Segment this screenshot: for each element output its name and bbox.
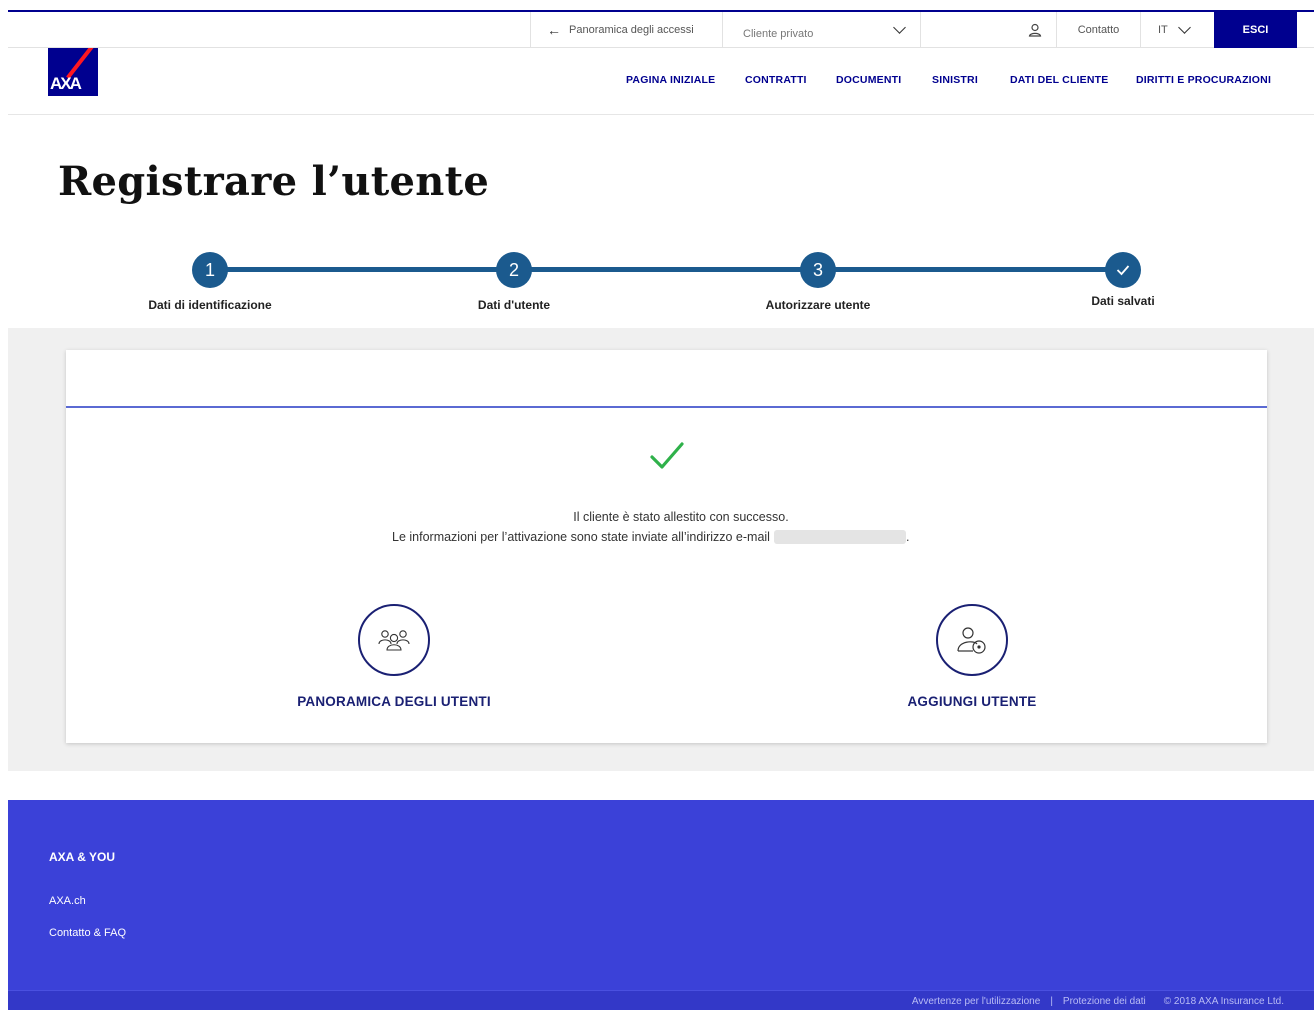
- chevron-down-icon: [893, 21, 906, 34]
- success-check-icon: [650, 442, 684, 469]
- footer-link-axa[interactable]: AXA.ch: [49, 895, 86, 907]
- add-user-label[interactable]: AGGIUNGI UTENTE: [872, 694, 1072, 709]
- user-icon: [1028, 23, 1042, 37]
- profile-select[interactable]: Cliente privato: [722, 12, 920, 48]
- add-user-button[interactable]: [936, 604, 1008, 676]
- nav-item-documents[interactable]: DOCUMENTI: [836, 74, 901, 86]
- progress-stepper: 1 2 3 Dati di identificazione Dati d'ute…: [0, 250, 1314, 320]
- profile-select-value: Cliente privato: [743, 28, 814, 40]
- add-user-action[interactable]: AGGIUNGI UTENTE: [872, 604, 1072, 709]
- add-user-icon: [957, 627, 986, 654]
- nav-item-home[interactable]: PAGINA INIZIALE: [626, 74, 715, 86]
- privacy-link[interactable]: Protezione dei dati: [1063, 996, 1146, 1007]
- footer: AXA & YOU AXA.ch Contatto & FAQ Avverten…: [8, 800, 1314, 1010]
- users-overview-label[interactable]: PANORAMICA DEGLI UTENTI: [294, 694, 494, 709]
- card-divider: [66, 406, 1267, 408]
- page-title: Registrare l’utente: [58, 158, 490, 205]
- utility-bar: ← Panoramica degli accessi Cliente priva…: [8, 12, 1314, 48]
- terms-of-use-link[interactable]: Avvertenze per l'utilizzazione: [912, 996, 1040, 1007]
- nav-item-claims[interactable]: SINISTRI: [932, 74, 978, 86]
- chevron-down-icon: [1177, 21, 1191, 34]
- nav-item-contracts[interactable]: CONTRATTI: [745, 74, 807, 86]
- main-nav: PAGINA INIZIALE CONTRATTI DOCUMENTI SINI…: [0, 74, 1314, 90]
- back-to-access-overview-link[interactable]: ← Panoramica degli accessi: [530, 12, 722, 48]
- step-2-marker: 2: [496, 252, 532, 288]
- exit-button[interactable]: ESCI: [1214, 12, 1297, 48]
- arrow-left-icon: ←: [547, 22, 561, 38]
- contact-label: Contatto: [1077, 24, 1120, 36]
- footer-legal-bar: Avvertenze per l'utilizzazione | Protezi…: [8, 990, 1314, 1010]
- step-4-label: Dati salvati: [1091, 294, 1155, 308]
- users-group-icon: [378, 630, 410, 651]
- footer-section-title: AXA & YOU: [49, 850, 116, 864]
- footer-legal-links: Avvertenze per l'utilizzazione | Protezi…: [912, 996, 1284, 1007]
- exit-label: ESCI: [1242, 24, 1269, 36]
- stepper-track: [210, 267, 1124, 272]
- legal-separator: |: [1050, 996, 1053, 1007]
- activation-info-end: .: [905, 530, 910, 544]
- back-label: Panoramica degli accessi: [569, 24, 694, 36]
- step-4-check-icon: [1105, 252, 1141, 288]
- step-2-label: Dati d'utente: [477, 298, 551, 312]
- nav-item-client-data[interactable]: DATI DEL CLIENTE: [1010, 74, 1108, 86]
- success-message: Il cliente è stato allestito con success…: [573, 510, 789, 524]
- language-select[interactable]: IT: [1140, 12, 1214, 48]
- users-overview-action[interactable]: PANORAMICA DEGLI UTENTI: [294, 604, 494, 709]
- step-1-label: Dati di identificazione: [148, 298, 272, 312]
- footer-link-contact-faq[interactable]: Contatto & FAQ: [49, 927, 126, 939]
- step-3-marker: 3: [800, 252, 836, 288]
- nav-item-rights[interactable]: DIRITTI E PROCURAZIONI: [1136, 74, 1271, 86]
- activation-info-text: Le informazioni per l’attivazione sono s…: [392, 530, 770, 544]
- language-value: IT: [1158, 24, 1168, 36]
- page: ← Panoramica degli accessi Cliente priva…: [0, 0, 1314, 1010]
- contact-link[interactable]: Contatto: [1056, 12, 1140, 48]
- nav-divider: [8, 114, 1314, 115]
- redacted-email: [773, 530, 906, 544]
- copyright-text: © 2018 AXA Insurance Ltd.: [1163, 996, 1284, 1007]
- user-profile-button[interactable]: [920, 12, 1056, 48]
- step-1-marker: 1: [192, 252, 228, 288]
- users-overview-button[interactable]: [358, 604, 430, 676]
- step-3-label: Autorizzare utente: [765, 298, 871, 312]
- activation-info-message: Le informazioni per l’attivazione sono s…: [392, 530, 909, 544]
- confirmation-card: Il cliente è stato allestito con success…: [66, 350, 1267, 743]
